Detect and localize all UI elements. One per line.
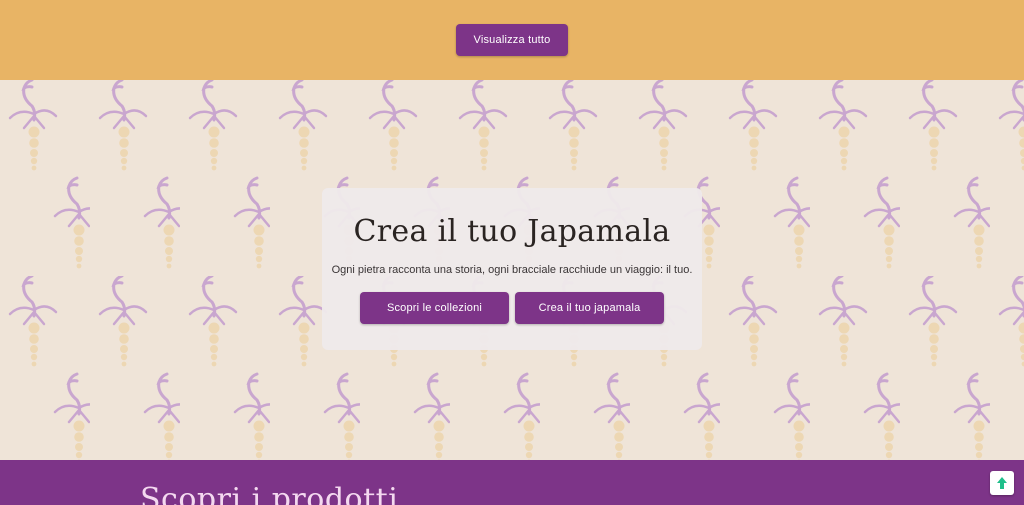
- hero-title: Crea il tuo Japamala: [353, 214, 671, 249]
- arrow-up-icon: [997, 477, 1007, 489]
- top-section: Visualizza tutto: [0, 0, 1024, 80]
- discover-collections-button[interactable]: Scopri le collezioni: [360, 292, 509, 324]
- hero-card: Crea il tuo Japamala Ogni pietra raccont…: [322, 188, 702, 350]
- hero-subtitle: Ogni pietra racconta una storia, ogni br…: [331, 264, 693, 276]
- scroll-to-top-button[interactable]: [990, 471, 1014, 495]
- products-section-title: Scopri i prodotti: [140, 482, 399, 505]
- products-section: Scopri i prodotti: [0, 460, 1024, 505]
- create-japamala-button[interactable]: Crea il tuo japamala: [515, 292, 664, 324]
- view-all-button[interactable]: Visualizza tutto: [456, 24, 568, 56]
- hero-pattern-background: Crea il tuo Japamala Ogni pietra raccont…: [0, 80, 1024, 460]
